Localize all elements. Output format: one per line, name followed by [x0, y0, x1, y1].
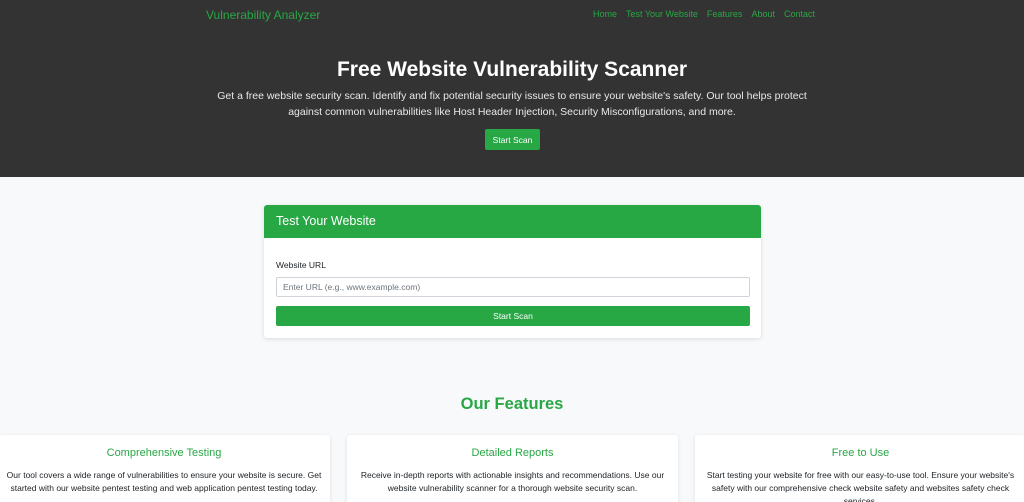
nav-link-features[interactable]: Features [707, 9, 743, 20]
feature-card-comprehensive-testing: Comprehensive Testing Our tool covers a … [0, 435, 330, 502]
brand-logo-link[interactable]: Vulnerability Analyzer [206, 8, 320, 22]
nav-link-contact[interactable]: Contact [784, 9, 815, 20]
hero-section: Vulnerability Analyzer Home Test Your We… [0, 0, 1024, 177]
website-url-input[interactable] [276, 277, 750, 297]
feature-card-text: Receive in-depth reports with actionable… [360, 470, 665, 493]
test-website-card-header: Test Your Website [264, 205, 761, 238]
nav-link-test-your-website[interactable]: Test Your Website [626, 9, 698, 20]
hero-start-scan-button[interactable]: Start Scan [485, 129, 540, 150]
feature-card-text: Our tool covers a wide range of vulnerab… [6, 470, 322, 493]
feature-card-free-to-use: Free to Use Start testing your website f… [695, 435, 1024, 502]
nav-link-about[interactable]: About [751, 9, 775, 20]
feature-card-detailed-reports: Detailed Reports Receive in-depth report… [347, 435, 678, 502]
feature-card-text: Start testing your website for free with… [706, 470, 1015, 502]
hero-description: Get a free website security scan. Identi… [217, 90, 807, 118]
top-nav: Home Test Your Website Features About Co… [593, 9, 815, 20]
nav-link-home[interactable]: Home [593, 9, 617, 20]
hero-title: Free Website Vulnerability Scanner [336, 58, 688, 81]
feature-card-title: Detailed Reports [471, 447, 554, 459]
features-title: Our Features [460, 395, 564, 413]
test-website-card: Test Your Website Website URL Start Scan [264, 205, 761, 338]
start-scan-submit-button[interactable]: Start Scan [276, 306, 750, 326]
website-url-label: Website URL [276, 260, 326, 270]
feature-card-title: Comprehensive Testing [106, 447, 222, 459]
feature-card-title: Free to Use [831, 447, 890, 459]
